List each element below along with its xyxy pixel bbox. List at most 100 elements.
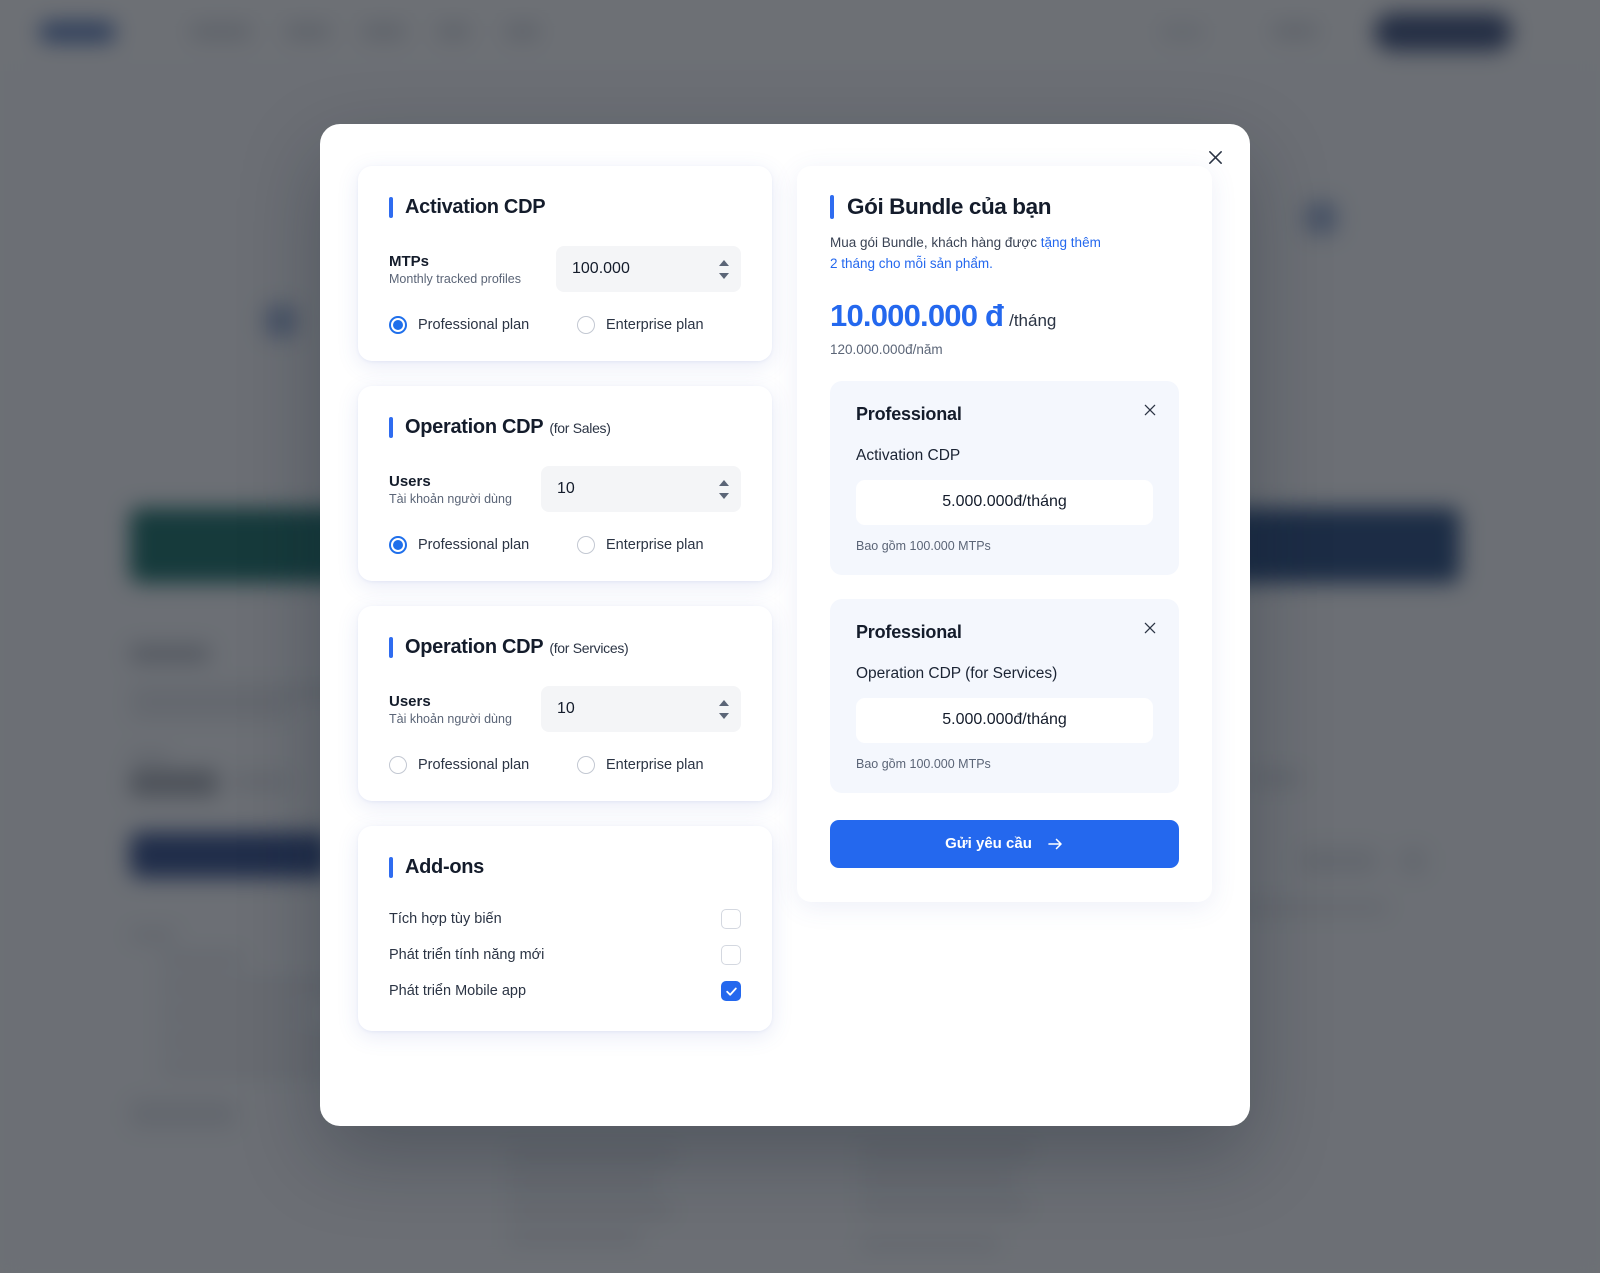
- radio-indicator[interactable]: [389, 756, 407, 774]
- radio-indicator[interactable]: [577, 756, 595, 774]
- radio-label: Professional plan: [418, 757, 530, 773]
- bundle-configurator-modal: Activation CDP MTPs Monthly tracked prof…: [320, 124, 1250, 1126]
- stepper-arrows[interactable]: [719, 246, 729, 292]
- radio-option-professional[interactable]: Professional plan: [389, 316, 577, 334]
- plan-radio-group: Professional plan Enterprise plan: [389, 316, 741, 334]
- quantity-value[interactable]: 100.000: [556, 260, 664, 278]
- plan-radio-group: Professional plan Enterprise plan: [389, 756, 741, 774]
- chevron-up-icon[interactable]: [719, 259, 729, 266]
- product-card-operation-cdp-services: Operation CDP (for Services) Users Tài kh…: [358, 606, 772, 801]
- quantity-field-row: Users Tài khoản người dùng 10: [389, 466, 741, 512]
- accent-bar-icon: [389, 857, 393, 878]
- addon-label: Phát triển Mobile app: [389, 983, 527, 999]
- radio-indicator[interactable]: [389, 316, 407, 334]
- card-header: Operation CDP (for Sales): [389, 416, 741, 439]
- summary-item-plan: Professional: [856, 621, 962, 642]
- addons-card: Add-ons Tích hợp tùy biến Phát triển tín…: [358, 826, 772, 1031]
- quantity-field-row: Users Tài khoản người dùng 10: [389, 686, 741, 732]
- card-title-main: Operation CDP: [405, 416, 544, 438]
- addon-checkbox[interactable]: [721, 945, 741, 965]
- addon-row[interactable]: Phát triển tính năng mới: [389, 937, 741, 973]
- summary-item-plan: Professional: [856, 403, 962, 424]
- summary-item-card: Professional Operation CDP (for Services…: [830, 598, 1179, 793]
- total-price-yearly: 120.000.000đ/năm: [830, 341, 943, 357]
- field-label: Users: [389, 692, 431, 710]
- radio-label: Enterprise plan: [606, 537, 704, 553]
- quantity-stepper[interactable]: 100.000: [556, 246, 741, 292]
- summary-item-price: 5.000.000đ/tháng: [942, 711, 1067, 729]
- plan-radio-group: Professional plan Enterprise plan: [389, 536, 741, 554]
- chevron-down-icon[interactable]: [719, 492, 729, 499]
- bundle-summary-panel: Gói Bundle của bạn Mua gói Bundle, khách…: [797, 166, 1212, 902]
- radio-option-enterprise[interactable]: Enterprise plan: [577, 756, 704, 774]
- card-title: Operation CDP (for Services): [405, 636, 629, 659]
- modal-content: Activation CDP MTPs Monthly tracked prof…: [358, 166, 1212, 1031]
- card-header: Operation CDP (for Services): [389, 636, 741, 659]
- addon-label: Phát triển tính năng mới: [389, 947, 545, 963]
- chevron-down-icon[interactable]: [719, 712, 729, 719]
- summary-note-highlight-2: 2 tháng cho mỗi sản phẩm.: [830, 255, 993, 271]
- accent-bar-icon: [830, 195, 834, 219]
- radio-label: Professional plan: [418, 537, 530, 553]
- check-icon: [725, 987, 737, 996]
- addons-title: Add-ons: [405, 856, 484, 878]
- radio-indicator[interactable]: [389, 536, 407, 554]
- stepper-arrows[interactable]: [719, 466, 729, 512]
- field-label: MTPs: [389, 252, 430, 270]
- summary-item-price: 5.000.000đ/tháng: [942, 493, 1067, 511]
- product-card-activation-cdp: Activation CDP MTPs Monthly tracked prof…: [358, 166, 772, 361]
- field-label: Users: [389, 472, 431, 490]
- radio-option-professional[interactable]: Professional plan: [389, 756, 577, 774]
- chevron-up-icon[interactable]: [719, 479, 729, 486]
- total-price-amount: 10.000.000 đ: [830, 297, 1004, 333]
- card-header: Activation CDP: [389, 196, 741, 219]
- summary-item-price-box: 5.000.000đ/tháng: [856, 697, 1153, 743]
- quantity-stepper[interactable]: 10: [541, 686, 741, 732]
- addon-checkbox[interactable]: [721, 909, 741, 929]
- field-sublabel: Tài khoản người dùng: [389, 491, 512, 506]
- total-price-row: 10.000.000 đ /tháng: [830, 298, 1179, 334]
- card-title-suffix: (for Sales): [549, 420, 611, 436]
- summary-item-price-box: 5.000.000đ/tháng: [856, 479, 1153, 525]
- card-header: Add-ons: [389, 856, 741, 879]
- addon-row[interactable]: Phát triển Mobile app: [389, 973, 741, 1009]
- radio-option-enterprise[interactable]: Enterprise plan: [577, 536, 704, 554]
- radio-option-professional[interactable]: Professional plan: [389, 536, 577, 554]
- summary-header: Gói Bundle của bạn: [830, 194, 1179, 220]
- accent-bar-icon: [389, 637, 393, 658]
- field-sublabel: Tài khoản người dùng: [389, 711, 512, 726]
- radio-option-enterprise[interactable]: Enterprise plan: [577, 316, 704, 334]
- remove-item-icon[interactable]: [1139, 617, 1161, 639]
- quantity-value[interactable]: 10: [541, 480, 609, 498]
- arrow-right-icon: [1048, 838, 1062, 850]
- radio-label: Professional plan: [418, 317, 530, 333]
- field-sublabel: Monthly tracked profiles: [389, 271, 522, 286]
- addon-checkbox[interactable]: [721, 981, 741, 1001]
- submit-button-label: Gửi yêu cầu: [945, 835, 1032, 853]
- summary-item-included: Bao gồm 100.000 MTPs: [856, 756, 991, 771]
- addon-row[interactable]: Tích hợp tùy biến: [389, 901, 741, 937]
- quantity-stepper[interactable]: 10: [541, 466, 741, 512]
- quantity-value[interactable]: 10: [541, 700, 609, 718]
- stepper-arrows[interactable]: [719, 686, 729, 732]
- radio-indicator[interactable]: [577, 316, 595, 334]
- card-title: Activation CDP: [405, 196, 546, 218]
- submit-request-button[interactable]: Gửi yêu cầu: [830, 819, 1179, 868]
- summary-title: Gói Bundle của bạn: [847, 194, 1052, 219]
- summary-note: Mua gói Bundle, khách hàng được tặng thê…: [830, 233, 1179, 275]
- chevron-down-icon[interactable]: [719, 272, 729, 279]
- summary-note-plain: Mua gói Bundle, khách hàng được: [830, 235, 1041, 250]
- accent-bar-icon: [389, 197, 393, 218]
- summary-note-highlight: tặng thêm: [1040, 235, 1101, 250]
- summary-item-card: Professional Activation CDP 5.000.000đ/t…: [830, 380, 1179, 575]
- card-title: Operation CDP (for Sales): [405, 416, 611, 439]
- chevron-up-icon[interactable]: [719, 699, 729, 706]
- remove-item-icon[interactable]: [1139, 399, 1161, 421]
- radio-label: Enterprise plan: [606, 317, 704, 333]
- total-price-period: /tháng: [1009, 310, 1057, 330]
- summary-item-product: Operation CDP (for Services): [856, 664, 1058, 682]
- product-card-operation-cdp-sales: Operation CDP (for Sales) Users Tài khoản…: [358, 386, 772, 581]
- card-title-suffix: (for Services): [549, 640, 629, 656]
- radio-indicator[interactable]: [577, 536, 595, 554]
- card-title-main: Operation CDP: [405, 636, 544, 658]
